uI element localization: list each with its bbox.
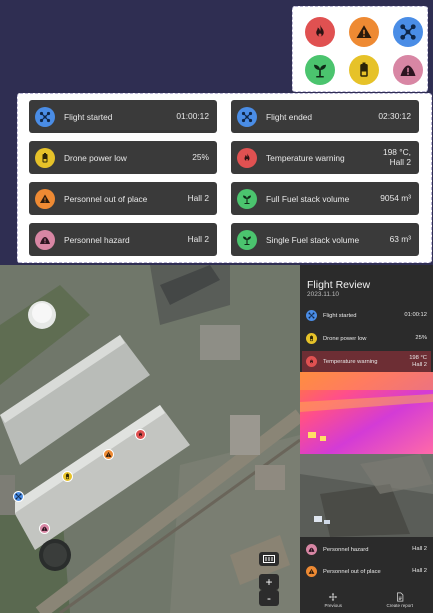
panel-title: Flight Review [307,279,371,291]
tile-value: Hall 2 [187,192,209,203]
tile-label: Drone power low [64,152,127,163]
battery-icon [349,55,379,85]
plant-icon [305,55,335,85]
tile-label: Temperature warning [266,152,345,163]
zoom-out-button[interactable]: - [259,590,279,606]
row-label: Personnel out of place [323,568,381,575]
plant-icon [237,229,257,250]
battery-icon[interactable] [62,471,73,482]
row-value: 198 °C Hall 2 [409,355,427,368]
review-row-drone-power-low[interactable]: Drone power low 25% [302,329,431,348]
drone-icon [306,310,317,321]
tile-drone-power-low[interactable]: Drone power low 25% [29,141,217,174]
tile-value-line: 198 °C, [382,146,411,157]
create-report-button[interactable]: Create report [367,586,433,613]
panel-date: 2023.11.10 [307,291,340,298]
aerial-map[interactable]: + - [0,265,300,613]
row-value: Hall 2 [412,546,427,553]
warning-icon [349,17,379,47]
row-value: 01:00:12 [404,312,427,319]
hazard-pile-icon [393,55,423,85]
row-value: 25% [415,335,427,342]
review-row-personnel-out-of-place[interactable]: Personnel out of place Hall 2 [302,562,431,581]
warning-icon[interactable] [103,449,114,460]
tile-value: 198 °C, Hall 2 [382,146,411,167]
tile-flight-started[interactable]: Flight started 01:00:12 [29,100,217,133]
warning-icon [306,566,317,577]
warning-icon [35,188,55,209]
document-icon [395,592,405,602]
tile-value-line: Hall 2 [389,156,411,167]
tile-personnel-hazard[interactable]: Personnel hazard Hall 2 [29,223,217,256]
review-row-personnel-hazard[interactable]: Personnel hazard Hall 2 [302,540,431,559]
tile-label: Flight started [64,111,113,122]
hazard-pile-icon [306,544,317,555]
tile-label: Full Fuel stack volume [266,193,350,204]
zoom-in-button[interactable]: + [259,574,279,590]
panel-actions: Previous Create report [300,586,433,613]
fire-icon[interactable] [135,429,146,440]
tile-value: 9054 m³ [380,192,411,203]
map-layers-button[interactable] [259,552,279,566]
tile-label: Flight ended [266,111,313,122]
hazard-pile-icon[interactable] [39,523,50,534]
plant-icon [237,188,257,209]
row-label: Drone power low [323,335,367,342]
drone-icon [35,106,55,127]
previous-label: Previous [324,602,342,608]
tile-value: 25% [192,151,209,162]
tile-temperature-warning[interactable]: Temperature warning 198 °C, Hall 2 [231,141,419,174]
previous-button[interactable]: Previous [300,586,367,613]
tile-value: 02:30:12 [378,110,411,121]
drone-icon [393,17,423,47]
tile-flight-ended[interactable]: Flight ended 02:30:12 [231,100,419,133]
row-value: Hall 2 [412,568,427,575]
fire-icon [306,356,317,367]
drone-icon [237,106,257,127]
tile-personnel-out-of-place[interactable]: Personnel out of place Hall 2 [29,182,217,215]
move-icon [328,592,338,602]
tile-single-fuel-stack[interactable]: Single Fuel stack volume 63 m³ [231,223,419,256]
review-row-flight-started[interactable]: Flight started 01:00:12 [302,306,431,325]
zoom-in-label: + [265,575,273,589]
row-value-line: Hall 2 [412,361,427,368]
tile-label: Personnel hazard [64,234,130,245]
tile-value: Hall 2 [187,233,209,244]
tile-value: 63 m³ [389,233,411,244]
tile-full-fuel-stack[interactable]: Full Fuel stack volume 9054 m³ [231,182,419,215]
row-label: Personnel hazard [323,546,369,553]
row-value-line: 198 °C [409,355,427,362]
battery-icon [35,147,55,168]
row-label: Flight started [323,312,357,319]
hazard-pile-icon [35,229,55,250]
fire-icon [305,17,335,47]
aerial-map-imagery [0,265,300,613]
notification-tiles-card: Flight started 01:00:12 Flight ended 02:… [17,93,432,263]
tile-label: Single Fuel stack volume [266,234,360,245]
tile-label: Personnel out of place [64,193,148,204]
thermal-image[interactable] [300,372,433,454]
zoom-out-label: - [267,591,271,605]
tile-value: 01:00:12 [176,110,209,121]
row-label: Temperature warning [323,358,378,365]
aerial-photo[interactable] [300,454,433,537]
fire-icon [237,147,257,168]
battery-icon [306,333,317,344]
icon-legend-card [292,6,428,92]
review-row-temperature-warning[interactable]: Temperature warning 198 °C Hall 2 [302,351,431,372]
layers-icon [263,555,275,563]
drone-icon[interactable] [13,491,24,502]
create-report-label: Create report [386,602,413,608]
